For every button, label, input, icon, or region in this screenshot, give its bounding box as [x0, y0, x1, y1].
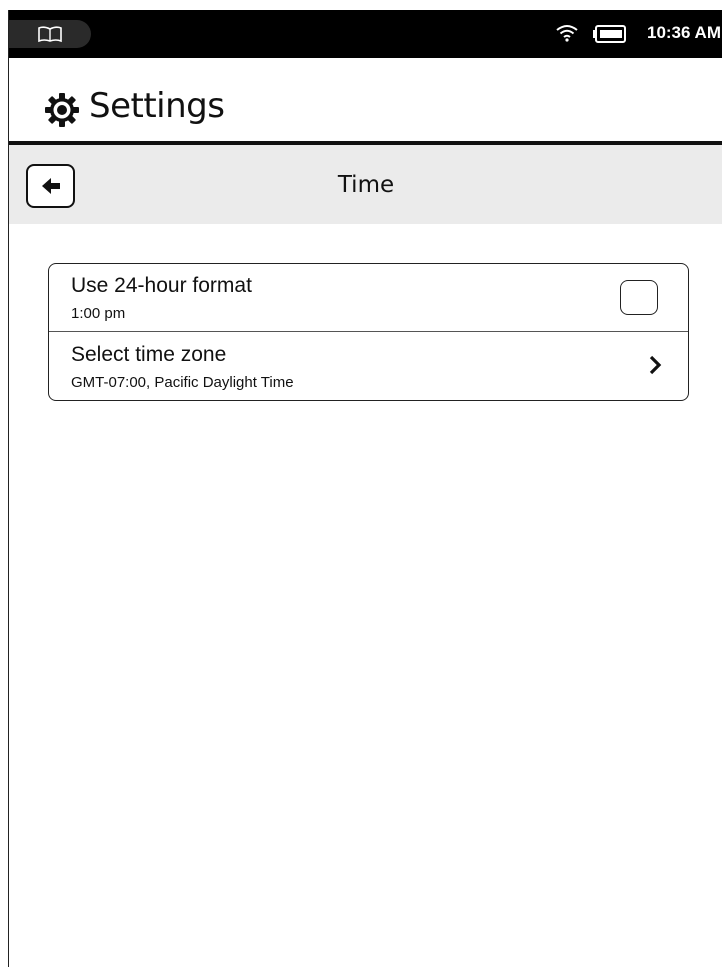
gear-icon — [45, 93, 79, 127]
page-title: Settings — [89, 86, 225, 126]
app-header: Settings — [9, 58, 722, 152]
section-bar: Time — [9, 145, 722, 224]
wifi-icon — [556, 25, 578, 42]
24-hour-format-checkbox[interactable] — [620, 280, 658, 315]
chevron-right-icon — [649, 355, 662, 375]
list-item-subtitle: GMT-07:00, Pacific Daylight Time — [71, 374, 294, 391]
list-item-time-zone[interactable]: Select time zone GMT-07:00, Pacific Dayl… — [49, 332, 688, 400]
back-arrow-icon — [41, 178, 60, 194]
list-item-24-hour-format[interactable]: Use 24-hour format 1:00 pm — [49, 264, 688, 332]
screen: 10:36 AM Settings Time Use 24-hour forma… — [8, 10, 722, 967]
back-button[interactable] — [26, 164, 75, 208]
library-button[interactable] — [9, 20, 91, 48]
list-item-title: Use 24-hour format — [71, 274, 252, 297]
status-bar: 10:36 AM — [9, 10, 722, 58]
battery-icon — [593, 25, 626, 43]
list-item-title: Select time zone — [71, 343, 227, 366]
book-icon — [38, 26, 62, 43]
status-clock: 10:36 AM — [646, 23, 721, 42]
list-item-subtitle: 1:00 pm — [71, 305, 126, 322]
section-title: Time — [337, 172, 395, 198]
settings-list: Use 24-hour format 1:00 pm Select time z… — [48, 263, 689, 401]
